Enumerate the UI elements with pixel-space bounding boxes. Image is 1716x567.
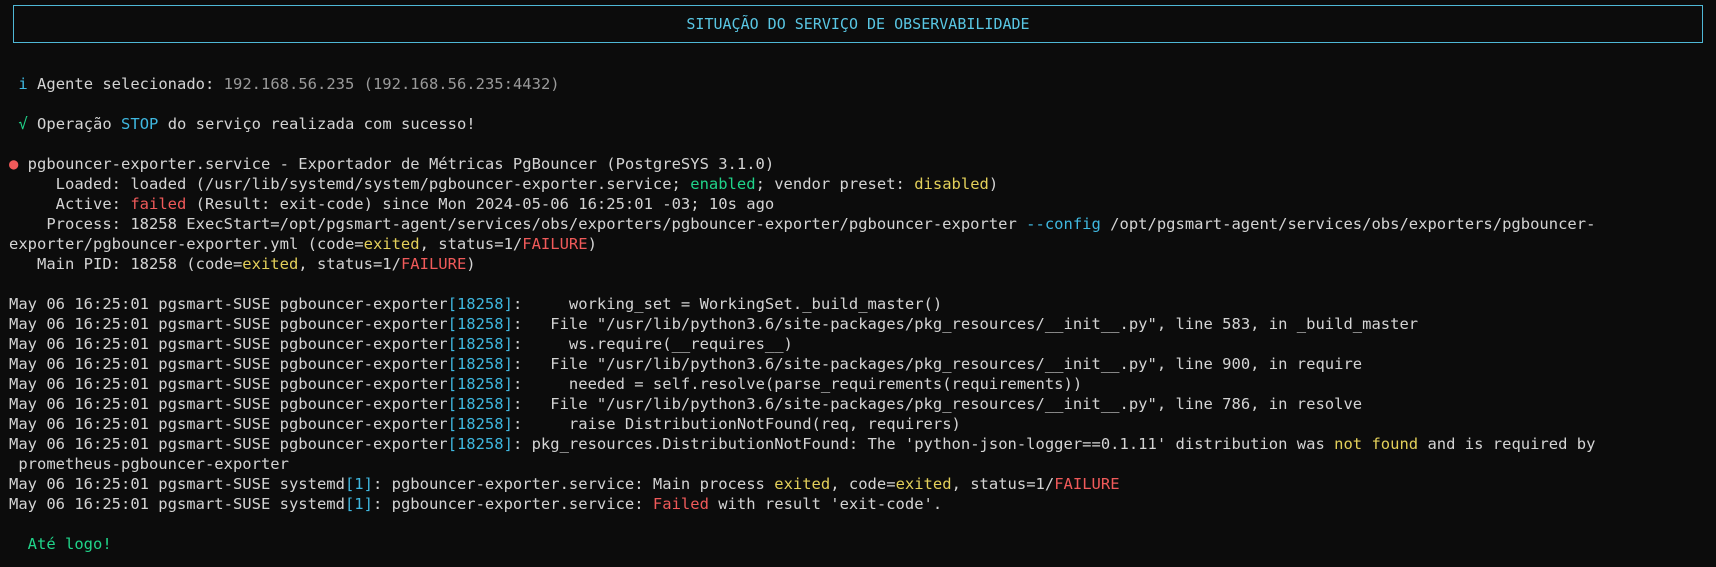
process-cont: exporter/pgbouncer-exporter.yml (code= (9, 235, 364, 253)
log-line: May 06 16:25:01 pgsmart-SUSE pgbouncer-e… (9, 394, 1709, 414)
agent-label: Agente selecionado: (37, 75, 224, 93)
sd2-a: : pgbouncer-exporter.service: (372, 495, 653, 513)
header-box: SITUAÇÃO DO SERVIÇO DE OBSERVABILIDADE (13, 5, 1703, 43)
process-end: ) (587, 235, 597, 253)
process-failure: FAILURE (522, 235, 588, 253)
log-prefix: May 06 16:25:01 pgsmart-SUSE pgbouncer-e… (9, 415, 448, 433)
active-prefix: Active: (9, 195, 131, 213)
log-pid: [18258] (447, 355, 513, 373)
goodbye-text: Até logo! (27, 535, 112, 553)
check-icon: √ (18, 115, 28, 133)
sd1-c: , status=1/ (951, 475, 1055, 493)
log-text: : File "/usr/lib/python3.6/site-packages… (512, 315, 1419, 333)
service-line: ● pgbouncer-exporter.service - Exportado… (9, 154, 1709, 174)
mainpid-end: ) (466, 255, 476, 273)
loaded-disabled: disabled (914, 175, 989, 193)
mainpid-line: Main PID: 18258 (code=exited, status=1/F… (9, 254, 1709, 274)
terminal-output: i Agente selecionado: 192.168.56.235 (19… (9, 74, 1709, 554)
systemd-prefix: May 06 16:25:01 pgsmart-SUSE systemd (9, 475, 345, 493)
service-title: pgbouncer-exporter.service - Exportador … (18, 155, 775, 173)
log-error-a: : pkg_resources.DistributionNotFound: Th… (512, 435, 1335, 453)
operation-action: STOP (121, 115, 159, 133)
log-line: May 06 16:25:01 pgsmart-SUSE pgbouncer-e… (9, 334, 1709, 354)
agent-line: i Agente selecionado: 192.168.56.235 (19… (9, 74, 1709, 94)
log-line: May 06 16:25:01 pgsmart-SUSE pgbouncer-e… (9, 294, 1709, 314)
goodbye-line: Até logo! (9, 534, 1709, 554)
sd1-failure: FAILURE (1054, 475, 1120, 493)
systemd-line: May 06 16:25:01 pgsmart-SUSE systemd[1]:… (9, 494, 1709, 514)
operation-line: √ Operação STOP do serviço realizada com… (9, 114, 1709, 134)
log-line: May 06 16:25:01 pgsmart-SUSE pgbouncer-e… (9, 414, 1709, 434)
active-rest: (Result: exit-code) since Mon 2024-05-06… (186, 195, 775, 213)
log-pid: [18258] (447, 335, 513, 353)
log-text: : ws.require(__requires__) (512, 335, 793, 353)
log-pid: [18258] (447, 295, 513, 313)
process-prefix: Process: 18258 ExecStart=/opt/pgsmart-ag… (9, 215, 1027, 233)
log-line: May 06 16:25:01 pgsmart-SUSE pgbouncer-e… (9, 374, 1709, 394)
log-line: May 06 16:25:01 pgsmart-SUSE pgbouncer-e… (9, 314, 1709, 334)
systemd-prefix: May 06 16:25:01 pgsmart-SUSE systemd (9, 495, 345, 513)
mainpid-prefix: Main PID: 18258 (code= (9, 255, 243, 273)
sd1-exited: exited (774, 475, 831, 493)
mainpid-failure: FAILURE (400, 255, 467, 273)
process-line-cont: exporter/pgbouncer-exporter.yml (code=ex… (9, 234, 1709, 254)
sd1-a: : pgbouncer-exporter.service: Main proce… (372, 475, 775, 493)
mainpid-code: exited (242, 255, 299, 273)
info-icon: i (18, 75, 28, 93)
active-line: Active: failed (Result: exit-code) since… (9, 194, 1709, 214)
loaded-end: ) (988, 175, 999, 193)
agent-value: 192.168.56.235 (192.168.56.235:4432) (223, 75, 560, 93)
process-flag: --config (1026, 215, 1101, 233)
log-prefix: May 06 16:25:01 pgsmart-SUSE pgbouncer-e… (9, 355, 448, 373)
operation-prefix: Operação (37, 115, 122, 133)
sd2-failed: Failed (652, 495, 709, 513)
log-error-not-found: not found (1334, 435, 1419, 453)
log-prefix: May 06 16:25:01 pgsmart-SUSE pgbouncer-e… (9, 375, 448, 393)
log-error-b: and is required by (1418, 435, 1596, 453)
active-state: failed (130, 195, 187, 213)
loaded-enabled: enabled (690, 175, 756, 193)
process-status: , status=1/ (419, 235, 523, 253)
log-pid: [18258] (447, 375, 513, 393)
log-text: : working_set = WorkingSet._build_master… (512, 295, 943, 313)
log-text: : File "/usr/lib/python3.6/site-packages… (512, 355, 1363, 373)
log-pid: [18258] (447, 395, 513, 413)
log-pid: [18258] (447, 315, 513, 333)
log-pid: [18258] (447, 415, 513, 433)
log-pid: [18258] (447, 435, 513, 453)
systemd-pid: [1] (344, 495, 373, 513)
sd1-b: , code= (830, 475, 896, 493)
log-prefix: May 06 16:25:01 pgsmart-SUSE pgbouncer-e… (9, 395, 448, 413)
mainpid-status: , status=1/ (298, 255, 401, 273)
log-text: : File "/usr/lib/python3.6/site-packages… (512, 395, 1363, 413)
log-prefix: May 06 16:25:01 pgsmart-SUSE pgbouncer-e… (9, 435, 448, 453)
systemd-pid: [1] (344, 475, 373, 493)
sd2-b: with result 'exit-code'. (708, 495, 943, 513)
process-line: Process: 18258 ExecStart=/opt/pgsmart-ag… (9, 214, 1709, 234)
log-error-cont-text: prometheus-pgbouncer-exporter (9, 455, 289, 473)
status-bullet-icon: ● (9, 155, 19, 173)
log-error-line: May 06 16:25:01 pgsmart-SUSE pgbouncer-e… (9, 434, 1709, 454)
log-text: : needed = self.resolve(parse_requiremen… (512, 375, 1083, 393)
loaded-line: Loaded: loaded (/usr/lib/systemd/system/… (9, 174, 1709, 194)
process-path: /opt/pgsmart-agent/services/obs/exporter… (1100, 215, 1596, 233)
loaded-prefix: Loaded: loaded (/usr/lib/systemd/system/… (9, 175, 691, 193)
process-code: exited (363, 235, 420, 253)
sd1-exited2: exited (895, 475, 952, 493)
operation-suffix: do serviço realizada com sucesso! (158, 115, 476, 133)
terminal-window[interactable]: SITUAÇÃO DO SERVIÇO DE OBSERVABILIDADE i… (0, 0, 1716, 567)
log-prefix: May 06 16:25:01 pgsmart-SUSE pgbouncer-e… (9, 335, 448, 353)
header-title: SITUAÇÃO DO SERVIÇO DE OBSERVABILIDADE (686, 15, 1030, 33)
log-error-cont: prometheus-pgbouncer-exporter (9, 454, 1709, 474)
systemd-line: May 06 16:25:01 pgsmart-SUSE systemd[1]:… (9, 474, 1709, 494)
log-text: : raise DistributionNotFound(req, requir… (512, 415, 961, 433)
log-line: May 06 16:25:01 pgsmart-SUSE pgbouncer-e… (9, 354, 1709, 374)
loaded-mid: ; vendor preset: (755, 175, 915, 193)
log-prefix: May 06 16:25:01 pgsmart-SUSE pgbouncer-e… (9, 315, 448, 333)
log-prefix: May 06 16:25:01 pgsmart-SUSE pgbouncer-e… (9, 295, 448, 313)
